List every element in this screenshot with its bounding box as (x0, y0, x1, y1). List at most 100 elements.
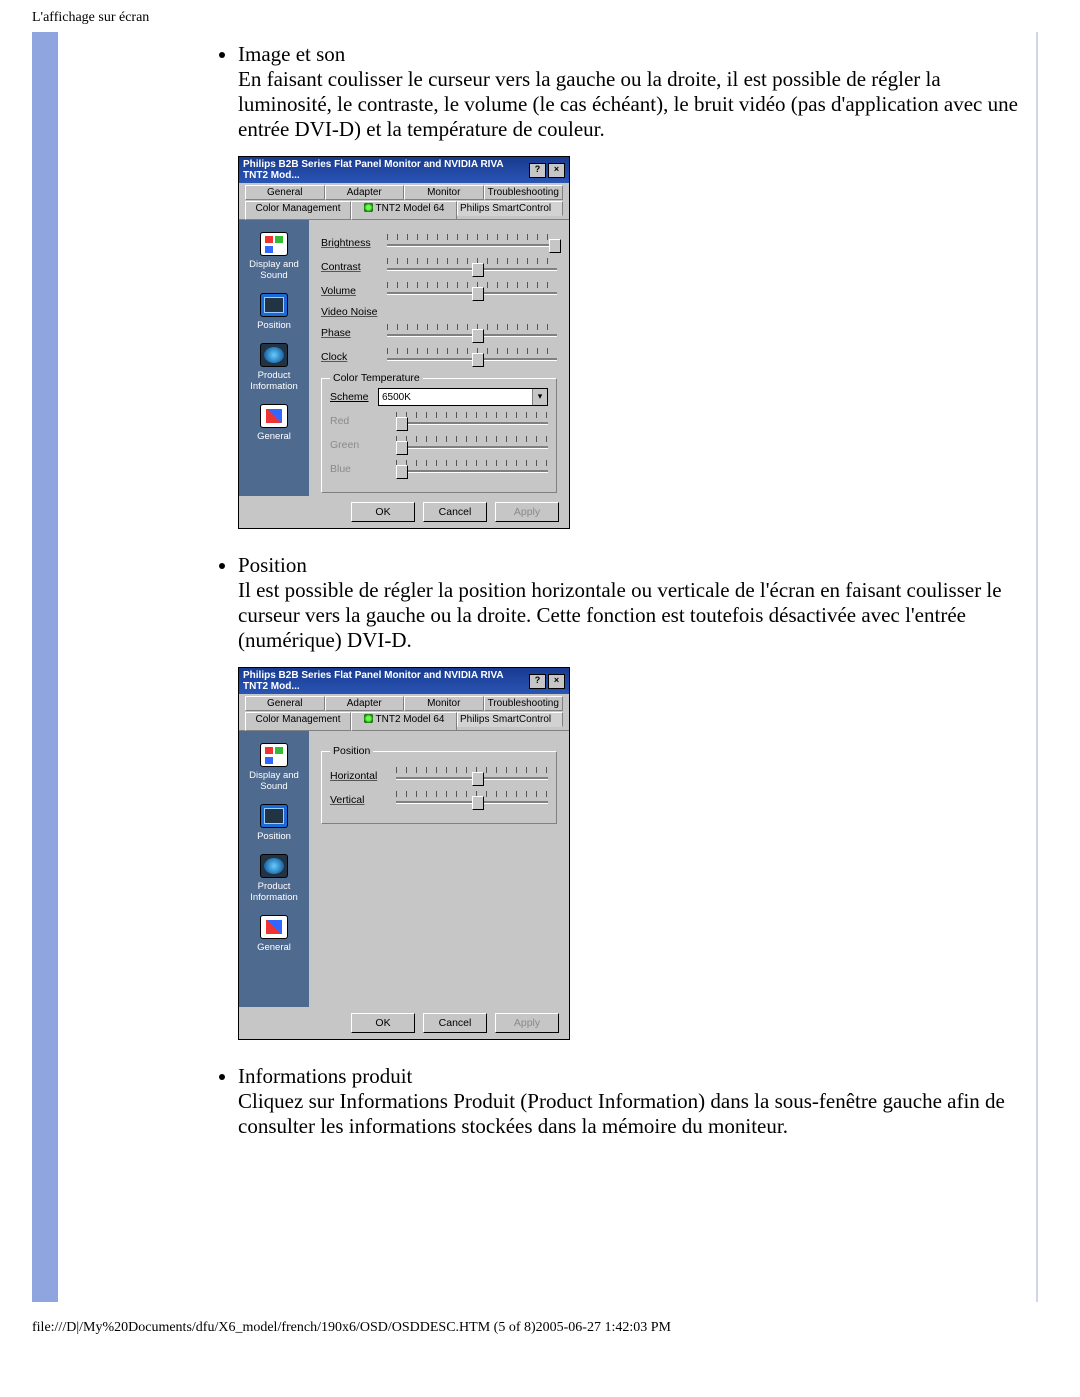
scheme-select[interactable]: 6500K ▾ (378, 388, 548, 406)
blue-slider[interactable] (396, 460, 548, 478)
brightness-slider[interactable] (387, 234, 557, 252)
slider-row: Phase (321, 324, 557, 342)
scheme-value: 6500K (382, 392, 411, 403)
slider-row: Contrast (321, 258, 557, 276)
item-body: En faisant coulisser le curseur vers la … (238, 67, 1026, 142)
horizontal-slider[interactable] (396, 767, 548, 785)
side-nav: Display and Sound Position Product Infor… (239, 731, 309, 1007)
slider-label: Green (330, 439, 396, 451)
sidebar-item-general[interactable]: General (239, 404, 309, 442)
tab-general[interactable]: General (245, 696, 325, 711)
slider-row: Green (330, 436, 548, 454)
volume-slider[interactable] (387, 282, 557, 300)
sidebar-item-display-sound[interactable]: Display and Sound (239, 232, 309, 281)
right-edge (1036, 32, 1048, 1302)
tab-smartcontrol[interactable]: Philips SmartControl (457, 712, 563, 727)
slider-row: Red (330, 412, 548, 430)
slider-label: Brightness (321, 237, 387, 249)
tab-troubleshooting[interactable]: Troubleshooting (484, 185, 564, 200)
slider-row: Volume (321, 282, 557, 300)
apply-button[interactable]: Apply (495, 502, 559, 522)
document-body: Image et son En faisant coulisser le cur… (32, 32, 1048, 1302)
settings-form: Brightness Contrast Volume Video Noise P… (309, 220, 569, 496)
slider-label: Red (330, 415, 396, 427)
dialog-title: Philips B2B Series Flat Panel Monitor an… (243, 159, 529, 181)
page-header: L'affichage sur écran (0, 0, 1080, 32)
slider-row: Clock (321, 348, 557, 366)
settings-form: Position Horizontal Vertical (309, 731, 569, 1007)
slider-label: Vertical (330, 794, 396, 806)
slider-label: Video Noise (321, 306, 387, 318)
chevron-down-icon[interactable]: ▾ (532, 389, 547, 405)
item-title: Informations produit (238, 1064, 1026, 1089)
group-legend: Position (330, 745, 373, 757)
display-sound-icon (260, 743, 288, 767)
contrast-slider[interactable] (387, 258, 557, 276)
slider-label: Blue (330, 463, 396, 475)
side-nav: Display and Sound Position Product Infor… (239, 220, 309, 496)
button-bar: OK Cancel Apply (239, 496, 569, 528)
slider-label: Volume (321, 285, 387, 297)
help-icon[interactable]: ? (529, 674, 546, 689)
sidebar-item-label: Product Information (239, 370, 309, 392)
item-title: Position (238, 553, 1026, 578)
sidebar-item-label: Position (239, 831, 309, 842)
tab-troubleshooting[interactable]: Troubleshooting (484, 696, 564, 711)
tab-color-management[interactable]: Color Management (245, 712, 351, 731)
sidebar-item-product-info[interactable]: Product Information (239, 854, 309, 903)
sidebar-item-product-info[interactable]: Product Information (239, 343, 309, 392)
tab-adapter[interactable]: Adapter (325, 696, 405, 711)
red-slider[interactable] (396, 412, 548, 430)
cancel-button[interactable]: Cancel (423, 502, 487, 522)
cancel-button[interactable]: Cancel (423, 1013, 487, 1033)
tab-general[interactable]: General (245, 185, 325, 200)
tab-tnt2-label: TNT2 Model 64 (376, 714, 445, 725)
ok-button[interactable]: OK (351, 1013, 415, 1033)
tab-adapter[interactable]: Adapter (325, 185, 405, 200)
tab-tnt2[interactable]: TNT2 Model 64 (351, 712, 457, 731)
sidebar-item-position[interactable]: Position (239, 804, 309, 842)
button-bar: OK Cancel Apply (239, 1007, 569, 1039)
vertical-slider[interactable] (396, 791, 548, 809)
ok-button[interactable]: OK (351, 502, 415, 522)
phase-slider[interactable] (387, 324, 557, 342)
dialog-title: Philips B2B Series Flat Panel Monitor an… (243, 670, 529, 692)
slider-label: Clock (321, 351, 387, 363)
left-color-bar (32, 32, 58, 1302)
tab-monitor[interactable]: Monitor (404, 696, 484, 711)
apply-button[interactable]: Apply (495, 1013, 559, 1033)
bullet-list: Image et son En faisant coulisser le cur… (68, 42, 1026, 1139)
close-icon[interactable]: × (548, 163, 565, 178)
position-icon (260, 804, 288, 828)
green-slider[interactable] (396, 436, 548, 454)
help-icon[interactable]: ? (529, 163, 546, 178)
close-icon[interactable]: × (548, 674, 565, 689)
tab-monitor[interactable]: Monitor (404, 185, 484, 200)
tab-smartcontrol[interactable]: Philips SmartControl (457, 201, 563, 216)
scheme-row: Scheme 6500K▾ (330, 388, 548, 406)
slider-label: Contrast (321, 261, 387, 273)
slider-label: Horizontal (330, 770, 396, 782)
tab-tnt2[interactable]: TNT2 Model 64 (351, 201, 457, 220)
tab-color-management[interactable]: Color Management (245, 201, 351, 220)
nvidia-icon (364, 203, 373, 212)
sidebar-item-general[interactable]: General (239, 915, 309, 953)
page-footer: file:///D|/My%20Documents/dfu/X6_model/f… (0, 1302, 1080, 1358)
sidebar-item-display-sound[interactable]: Display and Sound (239, 743, 309, 792)
dialog-titlebar[interactable]: Philips B2B Series Flat Panel Monitor an… (238, 667, 570, 694)
product-info-icon (260, 854, 288, 878)
general-icon (260, 404, 288, 428)
dialog-titlebar[interactable]: Philips B2B Series Flat Panel Monitor an… (238, 156, 570, 183)
list-item: Position Il est possible de régler la po… (238, 553, 1026, 1040)
sidebar-item-label: Display and Sound (239, 770, 309, 792)
sidebar-item-position[interactable]: Position (239, 293, 309, 331)
clock-slider[interactable] (387, 348, 557, 366)
slider-label: Phase (321, 327, 387, 339)
position-icon (260, 293, 288, 317)
tab-strip: General Adapter Monitor Troubleshooting … (239, 694, 569, 731)
screenshot-display-sound: Philips B2B Series Flat Panel Monitor an… (238, 156, 570, 529)
item-body: Cliquez sur Informations Produit (Produc… (238, 1089, 1026, 1139)
slider-row: Blue (330, 460, 548, 478)
sidebar-item-label: General (239, 942, 309, 953)
sidebar-item-label: Product Information (239, 881, 309, 903)
